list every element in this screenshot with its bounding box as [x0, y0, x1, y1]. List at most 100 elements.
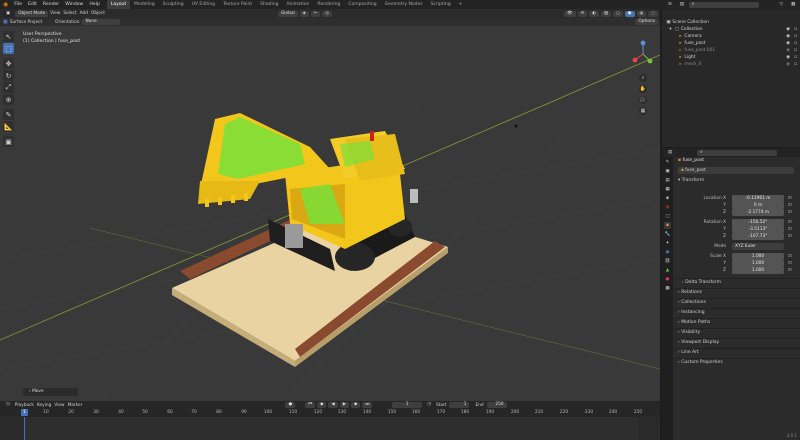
- chevron-down-icon[interactable]: ▾: [668, 26, 673, 33]
- outliner-search-input[interactable]: ⌕: [688, 1, 759, 8]
- tab-uv-editing[interactable]: UV Editing: [188, 0, 219, 9]
- section-viewport-display[interactable]: › Viewport Display: [674, 338, 800, 346]
- last-operator-panel[interactable]: › Move: [23, 388, 78, 396]
- tab-scripting[interactable]: Scripting: [427, 0, 455, 9]
- view-layer-tab-icon[interactable]: ▦: [664, 186, 671, 193]
- menu-object[interactable]: Object: [91, 11, 105, 16]
- section-custom-properties[interactable]: › Custom Properties: [674, 358, 800, 366]
- material-tab-icon[interactable]: ●: [664, 276, 671, 283]
- axis-gizmo[interactable]: [628, 39, 658, 69]
- modifiers-tab-icon[interactable]: 🔧: [664, 231, 671, 238]
- render-camera-icon[interactable]: ▫: [794, 40, 797, 47]
- scale-icon[interactable]: ⤢: [3, 82, 14, 93]
- tab-shading[interactable]: Shading: [256, 0, 282, 9]
- playhead[interactable]: [24, 417, 25, 440]
- next-keyframe-icon[interactable]: ◆: [351, 402, 361, 408]
- scale-y-field[interactable]: 1.000: [732, 260, 784, 267]
- visibility-eye-icon[interactable]: ◉: [786, 54, 790, 61]
- rotate-icon[interactable]: ↻: [3, 70, 14, 81]
- outliner-row-fuse-post-001[interactable]: ▸ fuse_post.001 ◉ ▫: [662, 47, 800, 54]
- location-x-field[interactable]: -0.11961 m: [732, 195, 784, 202]
- data-tab-icon[interactable]: ▲: [664, 267, 671, 274]
- section-visibility[interactable]: › Visibility: [674, 328, 800, 336]
- tab-modeling[interactable]: Modeling: [130, 0, 158, 9]
- menu-keying[interactable]: Keying: [37, 403, 51, 408]
- new-collection-icon[interactable]: ▦: [787, 1, 798, 8]
- viewport-canvas[interactable]: [0, 9, 660, 401]
- end-frame-field[interactable]: 250: [486, 402, 507, 408]
- outliner-row-light[interactable]: ▸ Light ◉ ▫: [662, 54, 800, 61]
- render-camera-icon[interactable]: ▫: [794, 54, 797, 61]
- record-icon[interactable]: ●: [285, 402, 296, 408]
- lock-icon[interactable]: ⊡: [788, 253, 792, 260]
- visibility-eye-icon[interactable]: ◉: [786, 47, 790, 54]
- render-camera-icon[interactable]: ▫: [794, 47, 797, 54]
- render-camera-icon[interactable]: ▫: [794, 61, 797, 68]
- proportional-edit-icon[interactable]: ◎: [322, 10, 333, 17]
- object-name-field[interactable]: ▪ fuse_post: [678, 167, 794, 174]
- menu-view[interactable]: View: [50, 11, 60, 16]
- tab-rendering[interactable]: Rendering: [313, 0, 344, 9]
- snap-icon[interactable]: ⌲: [310, 10, 321, 17]
- overlay-toggle-icon[interactable]: ◐: [589, 10, 599, 17]
- move-icon[interactable]: ✥: [3, 58, 14, 69]
- lock-icon[interactable]: ⊡: [788, 260, 792, 267]
- object-mode-dropdown[interactable]: Object Mode: [15, 10, 49, 17]
- pivot-icon[interactable]: ◈: [299, 10, 309, 17]
- tool-tab-icon[interactable]: ✎: [664, 159, 671, 166]
- visibility-eye-icon[interactable]: ◉: [786, 61, 790, 68]
- visibility-eye-icon[interactable]: ◉: [786, 33, 790, 40]
- prev-keyframe-icon[interactable]: ◆: [317, 402, 327, 408]
- xray-toggle-icon[interactable]: ▨: [600, 10, 611, 17]
- transform-icon[interactable]: ⊕: [3, 94, 14, 105]
- rotation-y-field[interactable]: -3.5113°: [732, 226, 784, 233]
- visibility-eye-icon[interactable]: ◉: [786, 40, 790, 47]
- menu-add[interactable]: Add: [80, 11, 88, 16]
- menu-help[interactable]: Help: [86, 2, 102, 7]
- output-tab-icon[interactable]: ▤: [664, 177, 671, 184]
- annotate-icon[interactable]: ✎: [3, 109, 14, 120]
- timeline-editor-type-icon[interactable]: ◷: [3, 402, 13, 408]
- section-relations[interactable]: › Relations: [674, 288, 800, 296]
- properties-editor-type-icon[interactable]: ▤: [665, 149, 676, 156]
- menu-file[interactable]: File: [11, 2, 25, 7]
- jump-start-icon[interactable]: ⏮: [305, 402, 316, 408]
- tab-compositing[interactable]: Compositing: [344, 0, 380, 9]
- preview-range-icon[interactable]: ◷: [424, 402, 434, 408]
- shading-material-icon[interactable]: ◍: [636, 10, 647, 17]
- snap-target-icon[interactable]: ■: [3, 19, 8, 25]
- render-camera-icon[interactable]: ▫: [794, 26, 797, 33]
- select-cursor-icon[interactable]: ↖: [3, 31, 14, 42]
- menu-edit[interactable]: Edit: [25, 2, 40, 7]
- editor-type-button[interactable]: ▣: [3, 10, 14, 17]
- section-collections[interactable]: › Collections: [674, 298, 800, 306]
- outliner-display-mode-icon[interactable]: ▤: [676, 1, 687, 8]
- tab-sculpting[interactable]: Sculpting: [159, 0, 188, 9]
- particles-tab-icon[interactable]: ✦: [664, 240, 671, 247]
- rotation-z-field[interactable]: -107.73°: [732, 233, 784, 240]
- lock-icon[interactable]: ⊡: [788, 219, 792, 226]
- options-dropdown[interactable]: Options: [635, 19, 658, 25]
- section-motion-paths[interactable]: › Motion Paths: [674, 318, 800, 326]
- select-box-icon[interactable]: ⬚: [3, 43, 14, 54]
- render-tab-icon[interactable]: ▣: [664, 168, 671, 175]
- zoom-icon[interactable]: ⌕: [639, 74, 647, 82]
- menu-marker[interactable]: Marker: [68, 403, 83, 408]
- outliner-row-mesh-0[interactable]: ▸ mesh_0 ◉ ▫: [662, 61, 800, 68]
- lock-icon[interactable]: ⊡: [788, 209, 792, 216]
- outliner-row-collection[interactable]: ▾ ▢ Collection ◉ ▫: [662, 26, 800, 33]
- visibility-icon[interactable]: 👁: [564, 10, 576, 17]
- rotation-mode-dropdown[interactable]: XYZ Euler: [732, 243, 784, 250]
- menu-render[interactable]: Render: [40, 2, 62, 7]
- collection-tab-icon[interactable]: ▢: [664, 213, 671, 220]
- lock-icon[interactable]: ⊡: [788, 226, 792, 233]
- timeline-track[interactable]: [0, 417, 660, 440]
- camera-view-icon[interactable]: 🎥: [639, 96, 647, 104]
- 3d-viewport[interactable]: ▣ Object Mode View Select Add Object Glo…: [0, 9, 660, 401]
- object-tab-icon[interactable]: ▪: [664, 222, 671, 229]
- pan-hand-icon[interactable]: ✋: [639, 85, 647, 93]
- scale-x-field[interactable]: 1.000: [732, 253, 784, 260]
- menu-playback[interactable]: Playback: [15, 403, 34, 408]
- ortho-grid-icon[interactable]: ▦: [639, 107, 647, 115]
- section-line-art[interactable]: › Line Art: [674, 348, 800, 356]
